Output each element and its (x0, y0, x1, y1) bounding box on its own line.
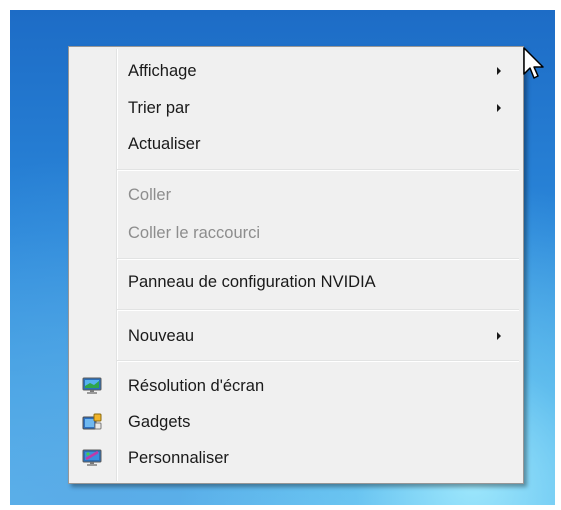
screen-resolution-icon (82, 377, 102, 395)
menu-item-label: Personnaliser (128, 448, 229, 467)
screenshot: Affichage Trier par Actualiser Coller Co… (0, 0, 561, 510)
menu-item-gadgets[interactable]: Gadgets (71, 405, 521, 439)
menu-separator (117, 360, 519, 362)
menu-item-label: Coller (128, 185, 172, 204)
desktop-background[interactable]: Affichage Trier par Actualiser Coller Co… (10, 10, 555, 505)
menu-item-nvidia-control-panel[interactable]: Panneau de configuration NVIDIA (71, 265, 521, 299)
menu-item-label: Gadgets (128, 412, 191, 431)
desktop-context-menu: Affichage Trier par Actualiser Coller Co… (68, 46, 524, 484)
menu-separator (117, 169, 519, 171)
gadgets-icon (82, 413, 102, 431)
menu-item-trier-par[interactable]: Trier par (71, 91, 521, 125)
menu-separator (117, 309, 519, 311)
menu-item-screen-resolution[interactable]: Résolution d'écran (71, 369, 521, 403)
submenu-arrow-icon (497, 332, 501, 340)
menu-item-label: Affichage (128, 61, 197, 80)
submenu-arrow-icon (497, 104, 501, 112)
personalize-icon (82, 449, 102, 467)
mouse-pointer-icon (522, 46, 548, 82)
menu-item-actualiser[interactable]: Actualiser (71, 127, 521, 161)
menu-item-label: Panneau de configuration NVIDIA (128, 272, 376, 291)
menu-item-coller-le-raccourci: Coller le raccourci (71, 216, 521, 250)
menu-separator (117, 258, 519, 260)
menu-item-label: Résolution d'écran (128, 376, 265, 395)
menu-item-label: Actualiser (128, 134, 201, 153)
menu-item-personnaliser[interactable]: Personnaliser (71, 441, 521, 475)
submenu-arrow-icon (497, 67, 501, 75)
menu-item-label: Nouveau (128, 326, 195, 345)
menu-item-label: Trier par (128, 98, 190, 117)
menu-item-affichage[interactable]: Affichage (71, 54, 521, 88)
menu-item-label: Coller le raccourci (128, 223, 261, 242)
menu-item-nouveau[interactable]: Nouveau (71, 319, 521, 353)
menu-item-coller: Coller (71, 178, 521, 212)
